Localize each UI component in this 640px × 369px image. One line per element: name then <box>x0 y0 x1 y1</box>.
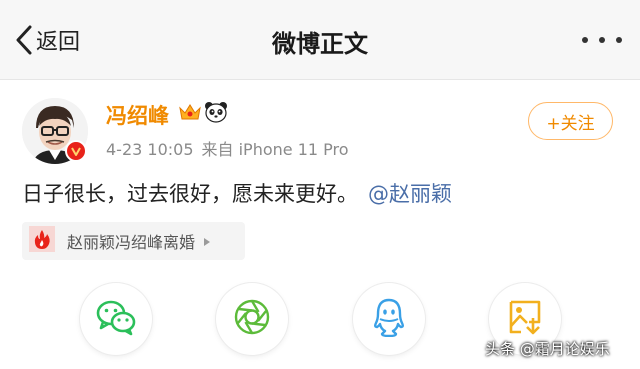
more-dot-icon <box>616 37 622 43</box>
panda-icon <box>204 101 228 127</box>
mention-link[interactable]: @赵丽颖 <box>368 182 452 206</box>
share-moments-button[interactable] <box>216 283 288 355</box>
watermark: 头条 @霜月论娱乐 <box>485 338 610 359</box>
chevron-right-icon <box>203 232 211 251</box>
crown-member-icon <box>178 102 202 126</box>
qq-icon <box>372 297 406 341</box>
watermark-text: 头条 @霜月论娱乐 <box>485 340 610 358</box>
topic-label: 赵丽颖冯绍峰离婚 <box>67 233 196 252</box>
post-date: 4-23 10:05 <box>106 140 194 159</box>
share-wechat-button[interactable] <box>80 283 152 355</box>
share-qq-button[interactable] <box>353 283 425 355</box>
fire-icon <box>29 226 55 256</box>
post-meta: 4-23 10:05 来自 iPhone 11 Pro <box>106 136 349 160</box>
wechat-icon <box>95 298 137 340</box>
post-body: 日子很长，过去很好，愿未来更好。 @赵丽颖 <box>22 178 452 208</box>
post-text: 日子很长，过去很好，愿未来更好。 <box>22 182 358 206</box>
hot-topic-chip[interactable]: 赵丽颖冯绍峰离婚 <box>22 222 245 260</box>
moments-icon <box>232 297 272 341</box>
more-options-button[interactable] <box>582 34 622 46</box>
follow-button[interactable]: +关注 <box>528 102 613 140</box>
qzone-icon <box>507 298 543 340</box>
more-dot-icon <box>599 37 605 43</box>
author-name[interactable]: 冯绍峰 <box>106 100 169 130</box>
post-source: 来自 iPhone 11 Pro <box>201 140 349 159</box>
more-dot-icon <box>582 37 588 43</box>
nav-bar: 返回 微博正文 <box>0 0 640 80</box>
page-title: 微博正文 <box>272 30 368 58</box>
verified-badge-icon <box>65 140 87 162</box>
